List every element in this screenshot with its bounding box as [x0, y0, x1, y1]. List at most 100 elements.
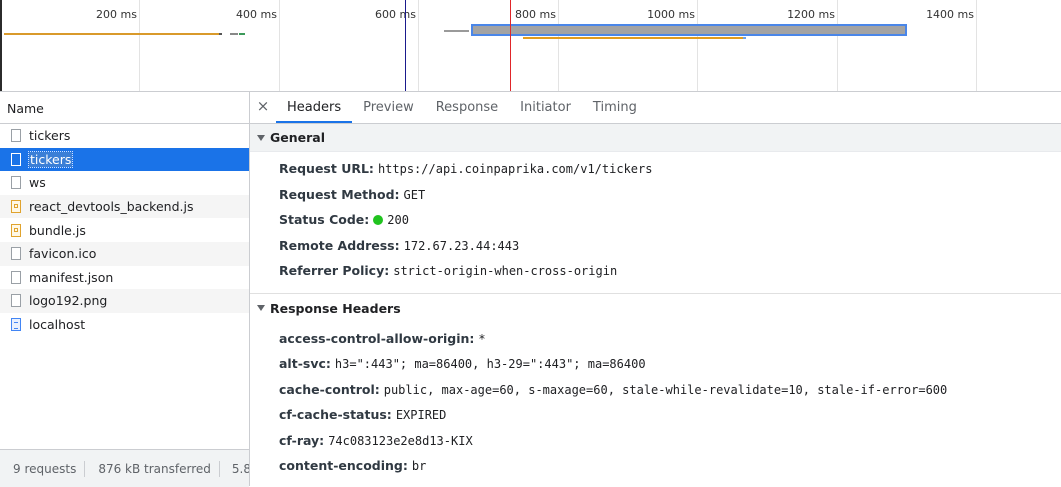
selected-request-bar [471, 24, 907, 36]
header-row: cache-control: public, max-age=60, s-maxa… [250, 377, 1061, 403]
document-icon [11, 152, 21, 166]
header-value: GET [403, 187, 426, 202]
header-key: Remote Address: [279, 237, 400, 253]
header-value: 172.67.23.44:443 [403, 238, 520, 253]
timeline-left-edge [0, 0, 2, 91]
request-row-selected[interactable]: tickers [0, 147, 249, 172]
document-icon [11, 247, 21, 261]
request-name: ws [29, 175, 46, 191]
timeline-gridline [558, 0, 559, 91]
close-icon[interactable]: × [250, 92, 276, 123]
header-value: https://api.coinpaprika.com/v1/tickers [377, 162, 653, 176]
load-event-marker [510, 0, 511, 91]
request-row[interactable]: bundle.js [0, 218, 249, 242]
document-icon [11, 294, 21, 308]
status-ok-icon [373, 214, 384, 225]
timeline-tick-label: 1400 ms [926, 8, 974, 21]
header-row: access-control-allow-origin: * [250, 326, 1061, 352]
network-overview-timeline[interactable]: 200 ms 400 ms 600 ms 800 ms 1000 ms 1200… [0, 0, 1061, 92]
timeline-tick-label: 1200 ms [787, 8, 835, 21]
timeline-tick-label: 200 ms [96, 8, 137, 21]
details-tab-bar: × Headers Preview Response Initiator Tim… [250, 92, 1061, 124]
request-row[interactable]: react_devtools_backend.js [0, 194, 249, 219]
timeline-gridline [418, 0, 419, 91]
request-name: manifest.json [29, 269, 114, 285]
expand-triangle-icon [257, 134, 265, 141]
header-row: alt-svc: h3=":443"; ma=86400, h3-29=":443… [250, 351, 1061, 377]
header-key: Request Method: [279, 186, 400, 202]
tab-preview[interactable]: Preview [352, 92, 425, 123]
request-list: tickers tickers ws react_devtools_backen… [0, 124, 249, 336]
general-section-header[interactable]: General [250, 124, 1061, 152]
request-row[interactable]: favicon.ico [0, 241, 249, 266]
header-key: Status Code: [279, 212, 370, 227]
timeline-gridline [139, 0, 140, 91]
request-row[interactable]: localhost [0, 313, 249, 337]
header-key: access-control-allow-origin: [279, 330, 475, 346]
request-bar [523, 37, 743, 39]
script-icon [11, 223, 21, 237]
transferred-size: 876 kB transferred [85, 460, 220, 477]
html-doc-icon [11, 318, 21, 332]
section-title: Response Headers [270, 300, 401, 316]
header-key: alt-svc: [279, 356, 331, 371]
header-value: EXPIRED [395, 408, 447, 422]
timeline-gridline [837, 0, 838, 91]
header-row: Referrer Policy: strict-origin-when-cross… [250, 258, 1061, 284]
timeline-tick-label: 1000 ms [647, 8, 695, 21]
header-value: * [478, 331, 486, 346]
tab-response[interactable]: Response [425, 92, 509, 123]
request-name: react_devtools_backend.js [29, 199, 194, 215]
network-summary-bar: 9 requests 876 kB transferred 5.8 [0, 449, 249, 487]
tab-initiator[interactable]: Initiator [509, 92, 582, 123]
resources-size: 5.8 [231, 461, 249, 476]
request-name: tickers [27, 150, 74, 168]
header-row: cf-cache-status: EXPIRED [250, 402, 1061, 428]
request-bar [230, 33, 238, 35]
request-details-panel: × Headers Preview Response Initiator Tim… [250, 92, 1061, 486]
name-column-header[interactable]: Name [0, 92, 249, 124]
expand-triangle-icon [257, 305, 265, 311]
request-row[interactable]: manifest.json [0, 266, 249, 290]
request-count: 9 requests [0, 460, 86, 477]
document-icon [11, 129, 21, 143]
timeline-tick-label: 600 ms [375, 8, 416, 21]
timeline-tick-label: 800 ms [515, 8, 556, 21]
header-row: Status Code: 200 [250, 207, 1061, 233]
header-row: Request URL: https://api.coinpaprika.com/… [250, 156, 1061, 182]
request-name: favicon.ico [29, 246, 97, 262]
dom-content-loaded-marker [405, 0, 406, 91]
section-divider [250, 284, 1061, 294]
header-key: cf-ray: [279, 432, 325, 448]
header-value: public, max-age=60, s-maxage=60, stale-w… [383, 382, 948, 397]
request-name: logo192.png [29, 293, 108, 309]
document-icon [11, 176, 21, 190]
request-bar [444, 30, 469, 32]
general-section: Request URL: https://api.coinpaprika.com/… [250, 152, 1061, 294]
request-row[interactable]: tickers [0, 124, 249, 148]
timeline-gridline [976, 0, 977, 91]
header-value: 74c083123e2e8d13-KIX [328, 433, 473, 448]
tab-headers[interactable]: Headers [276, 92, 353, 123]
response-headers-section-header[interactable]: Response Headers [250, 294, 1061, 322]
header-row: Request Method: GET [250, 182, 1061, 208]
header-value: 200 [387, 213, 409, 227]
header-key: Request URL: [279, 161, 374, 176]
header-key: cache-control: [279, 381, 380, 397]
tab-timing[interactable]: Timing [582, 92, 648, 123]
request-bar [743, 37, 746, 39]
request-row[interactable]: ws [0, 171, 249, 195]
request-row[interactable]: logo192.png [0, 289, 249, 313]
response-headers-section: access-control-allow-origin: * alt-svc: h3… [250, 322, 1061, 479]
header-value: br [411, 459, 427, 473]
request-name: localhost [29, 317, 86, 333]
timeline-gridline [697, 0, 698, 91]
header-key: cf-cache-status: [279, 407, 392, 422]
request-name: bundle.js [29, 222, 86, 238]
timeline-tick-label: 400 ms [236, 8, 277, 21]
header-key: content-encoding: [279, 458, 408, 473]
header-value: strict-origin-when-cross-origin [393, 264, 618, 278]
header-row: content-encoding: br [250, 453, 1061, 479]
request-bar [219, 33, 222, 35]
section-title: General [270, 130, 325, 145]
